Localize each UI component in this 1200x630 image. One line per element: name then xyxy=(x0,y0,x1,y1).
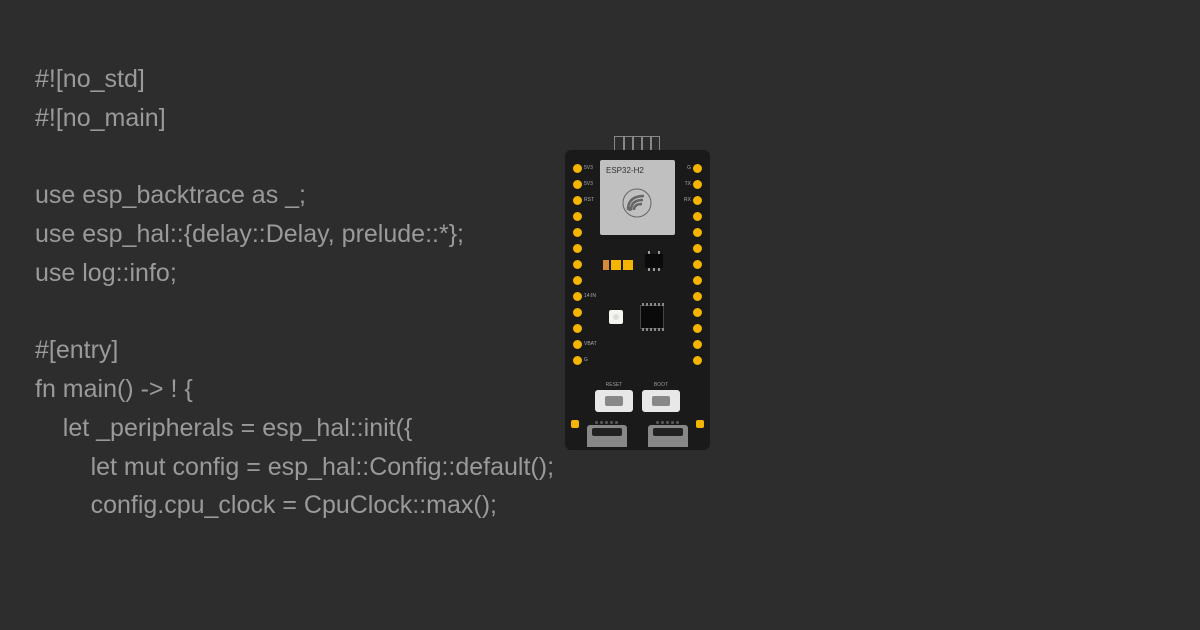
gpio-pin xyxy=(693,180,702,189)
pin-label: 14:IN xyxy=(584,293,596,299)
code-line: #[entry] xyxy=(35,336,118,364)
esp32-board[interactable]: ESP32-H2 5V3 5V3 RST 14:IN V xyxy=(565,150,710,450)
gpio-pin xyxy=(693,292,702,301)
rgb-led-icon xyxy=(609,310,623,324)
mount-hole-icon xyxy=(571,420,579,428)
gpio-pin xyxy=(573,244,582,253)
gpio-pin xyxy=(693,308,702,317)
gpio-pin xyxy=(693,164,702,173)
pin-label: 5V3 xyxy=(584,165,593,171)
code-line: let _peripherals = esp_hal::init({ xyxy=(35,414,412,442)
gpio-pin xyxy=(693,324,702,333)
gpio-pin xyxy=(573,212,582,221)
gpio-pin xyxy=(573,260,582,269)
code-line: use log::info; xyxy=(35,259,177,287)
pin-label: TX xyxy=(685,181,691,187)
button-label: RESET xyxy=(595,382,633,388)
gpio-pin xyxy=(573,196,582,205)
gpio-pin xyxy=(693,356,702,365)
code-line: #![no_main] xyxy=(35,104,166,132)
pin-label: RST xyxy=(584,197,594,203)
gpio-pin xyxy=(573,292,582,301)
usb-serial-chip-icon xyxy=(640,305,664,329)
code-line: #![no_std] xyxy=(35,65,145,93)
code-line: config.cpu_clock = CpuClock::max(); xyxy=(35,491,497,519)
gpio-pin xyxy=(573,308,582,317)
espressif-logo-icon xyxy=(622,188,652,218)
gpio-pin xyxy=(693,340,702,349)
button-label: BOOT xyxy=(642,382,680,388)
pin-label: 5V3 xyxy=(584,181,593,187)
gpio-pin xyxy=(573,228,582,237)
gpio-pin xyxy=(693,196,702,205)
code-line: use esp_backtrace as _; xyxy=(35,181,306,209)
pin-label: G xyxy=(584,357,588,363)
gpio-pin xyxy=(573,356,582,365)
code-line: let mut config = esp_hal::Config::defaul… xyxy=(35,453,554,481)
gpio-pin xyxy=(573,324,582,333)
gpio-pin xyxy=(573,276,582,285)
mount-hole-icon xyxy=(696,420,704,428)
code-editor: #![no_std] #![no_main] use esp_backtrace… xyxy=(35,60,554,525)
gpio-pin xyxy=(693,244,702,253)
usb-port-icon xyxy=(587,425,627,447)
pin-label: VBAT xyxy=(584,341,597,347)
gpio-pin xyxy=(693,260,702,269)
regulator-icon xyxy=(645,254,663,268)
code-line: use esp_hal::{delay::Delay, prelude::*}; xyxy=(35,220,464,248)
gpio-pin xyxy=(573,164,582,173)
component-icon xyxy=(611,260,621,270)
gpio-pin xyxy=(693,276,702,285)
pin-label: RX xyxy=(684,197,691,203)
gpio-pin xyxy=(693,228,702,237)
antenna-icon xyxy=(614,136,660,150)
gpio-pin xyxy=(573,340,582,349)
component-icon xyxy=(623,260,633,270)
esp32-chip: ESP32-H2 xyxy=(600,160,675,235)
component-icon xyxy=(603,260,609,270)
gpio-pin xyxy=(573,180,582,189)
chip-label: ESP32-H2 xyxy=(606,166,669,175)
pin-label: G xyxy=(687,165,691,171)
reset-button[interactable]: RESET xyxy=(595,390,633,412)
usb-port-icon xyxy=(648,425,688,447)
boot-button[interactable]: BOOT xyxy=(642,390,680,412)
gpio-pin xyxy=(693,212,702,221)
code-line: fn main() -> ! { xyxy=(35,375,193,403)
